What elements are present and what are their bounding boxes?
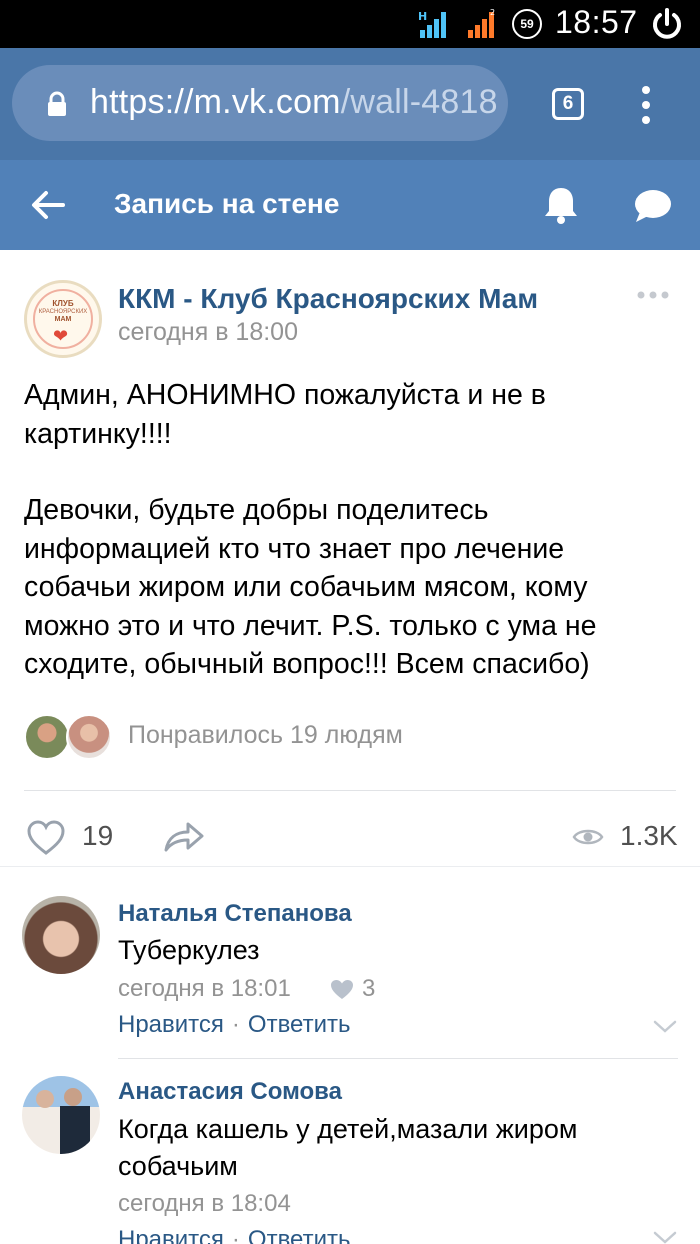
avatar[interactable]: [22, 896, 100, 974]
separator-dot: ·: [231, 1226, 240, 1244]
post-date[interactable]: сегодня в 18:00: [118, 318, 298, 347]
avatar-figure: [36, 1090, 54, 1108]
bell-icon[interactable]: [540, 184, 582, 226]
avatar[interactable]: [24, 714, 70, 760]
browser-toolbar: https://m.vk.com/wall-4818 6: [0, 48, 700, 160]
tabs-button[interactable]: 6: [552, 88, 584, 120]
svg-text:2: 2: [490, 8, 495, 17]
like-count[interactable]: 19: [82, 820, 113, 852]
like-comment-link[interactable]: Нравится: [118, 1011, 224, 1038]
more-options-icon[interactable]: [636, 288, 670, 302]
url-text: https://m.vk.com/wall-4818: [90, 83, 498, 122]
browser-menu-icon[interactable]: [638, 86, 654, 124]
signal-bars-icon: 2: [468, 8, 495, 38]
divider: [118, 1058, 678, 1059]
heart-logo-icon: ❤: [53, 326, 69, 346]
post-text: Админ, АНОНИМНО пожалуйста и не в картин…: [24, 376, 684, 684]
post-text-line: картинку!!!!: [24, 417, 172, 450]
url-path: /wall-4818: [340, 83, 498, 121]
views-eye-icon: [572, 829, 604, 845]
avatar-text-line: КЛУБ: [52, 299, 74, 308]
post-text-line: информацией кто что знает про лечение: [24, 532, 565, 565]
post-text-line: сходите, обычный вопрос!!! Всем спасибо): [24, 648, 590, 680]
battery-indicator: 59: [512, 9, 542, 39]
avatar[interactable]: [22, 1076, 100, 1154]
comment-text: Когда кашель у детей,мазали жиром: [118, 1114, 578, 1144]
likes-summary[interactable]: Понравилось 19 людям: [128, 721, 403, 750]
avatar-figure: [64, 1088, 82, 1106]
like-heart-icon[interactable]: [26, 820, 66, 856]
chevron-down-icon[interactable]: [652, 1230, 678, 1244]
post-text-line: Админ, АНОНИМНО пожалуйста и не в: [24, 379, 546, 411]
avatar[interactable]: [66, 714, 112, 760]
like-comment-link[interactable]: Нравится: [118, 1226, 224, 1244]
post-text-line: Девочки, будьте добры поделитесь: [24, 494, 489, 526]
group-avatar[interactable]: КЛУБ КРАСНОЯРСКИХ МАМ ❤: [24, 280, 102, 358]
lock-icon: [48, 91, 66, 116]
divider: [0, 866, 700, 867]
comment-like-count[interactable]: 3: [362, 975, 375, 1003]
signal-h-icon: H: [418, 10, 446, 38]
comment-date[interactable]: сегодня в 18:04: [118, 1190, 291, 1218]
views-count: 1.3K: [620, 820, 678, 851]
chevron-down-icon[interactable]: [652, 1019, 678, 1035]
status-bar: H 2 59 18:57: [0, 0, 700, 48]
divider: [24, 790, 676, 791]
reply-link[interactable]: Ответить: [248, 1226, 351, 1244]
avatar-figure: [60, 1106, 90, 1154]
messages-icon[interactable]: [632, 188, 674, 226]
comment-date[interactable]: сегодня в 18:01: [118, 975, 291, 1003]
back-arrow-icon[interactable]: [30, 187, 66, 223]
app-header: Запись на стене: [0, 160, 700, 250]
url-host: https://m.vk.com: [90, 83, 341, 121]
clock: 18:57: [555, 4, 638, 40]
avatar-text-line: МАМ: [54, 316, 72, 323]
page-title: Запись на стене: [114, 188, 340, 219]
comment-author[interactable]: Анастасия Сомова: [118, 1078, 342, 1106]
comment-actions: Нравится · Ответить: [118, 1011, 351, 1039]
address-bar[interactable]: https://m.vk.com/wall-4818: [12, 65, 508, 141]
post-text-line: можно это и что лечит. P.S. только с ума…: [24, 609, 597, 642]
post-text-line: собачьи жиром или собачьим мясом, кому: [24, 571, 588, 603]
reply-link[interactable]: Ответить: [248, 1011, 351, 1038]
comment-like-heart-icon[interactable]: [330, 979, 354, 1000]
comment-author[interactable]: Наталья Степанова: [118, 900, 352, 928]
comment-actions: Нравится · Ответить: [118, 1226, 351, 1244]
group-name-link[interactable]: ККМ - Клуб Красноярских Мам: [118, 283, 538, 315]
comment-text: собачьим: [118, 1151, 238, 1181]
separator-dot: ·: [231, 1011, 240, 1038]
share-icon[interactable]: [162, 820, 206, 854]
power-icon[interactable]: [650, 7, 684, 41]
svg-text:H: H: [418, 10, 427, 23]
avatar-text-line: КРАСНОЯРСКИХ: [38, 309, 88, 315]
comment-text: Туберкулез: [118, 935, 260, 965]
